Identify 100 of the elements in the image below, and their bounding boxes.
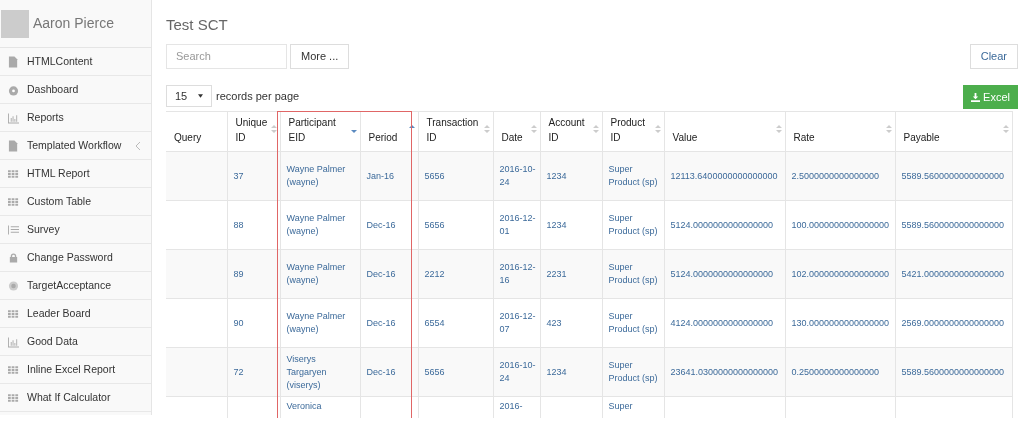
target-icon bbox=[8, 279, 19, 292]
column-header[interactable]: Rate bbox=[785, 111, 895, 152]
table-cell: 5421.0000000000000000 bbox=[901, 268, 1005, 279]
more-button[interactable]: More ... bbox=[290, 43, 350, 69]
column-header[interactable]: Transaction ID bbox=[418, 111, 493, 152]
page-title: Test SCT bbox=[166, 15, 229, 35]
page-size-select[interactable]: 15 bbox=[166, 85, 212, 107]
column-header[interactable]: Product ID bbox=[602, 111, 664, 152]
sidebar-item[interactable]: TargetAcceptance bbox=[0, 272, 151, 300]
table-cell: 5589.5600000000000000 bbox=[901, 219, 1005, 230]
bar-chart-icon bbox=[8, 335, 19, 348]
document-icon bbox=[8, 55, 19, 68]
table-cell: 4124.0000000000000000 bbox=[670, 317, 774, 328]
clear-button[interactable]: Clear bbox=[969, 43, 1018, 69]
table-cell: 423 bbox=[546, 317, 562, 328]
column-header[interactable]: Value bbox=[664, 111, 785, 152]
table-cell: 37 bbox=[233, 170, 244, 181]
table-cell: 6554 bbox=[424, 317, 445, 328]
sort-icon bbox=[483, 125, 490, 133]
table-cell: 2231 bbox=[546, 268, 567, 279]
download-icon bbox=[971, 92, 981, 102]
column-header[interactable]: Date bbox=[493, 111, 540, 152]
table-cell: Super Product (sp) bbox=[608, 360, 658, 383]
table-cell: Wayne Palmer (wayne) bbox=[286, 213, 346, 236]
column-header[interactable]: Account ID bbox=[540, 111, 602, 152]
sidebar-item[interactable]: Leader Board bbox=[0, 300, 151, 328]
table-cell: 102.0000000000000000 bbox=[791, 268, 890, 279]
table-cell: Dec-16 bbox=[366, 366, 396, 377]
lock-icon bbox=[8, 251, 19, 264]
table-cell: 12113.6400000000000000 bbox=[670, 170, 778, 181]
sidebar-item[interactable]: Survey bbox=[0, 216, 151, 244]
sort-icon bbox=[530, 125, 537, 133]
bar-chart-icon bbox=[8, 111, 19, 124]
table-cell: Veronica bbox=[286, 401, 322, 411]
table-cell: 2016-12-16 bbox=[499, 262, 536, 285]
table-cell: Dec-16 bbox=[366, 268, 396, 279]
table-cell: Wayne Palmer (wayne) bbox=[286, 311, 346, 334]
table-cell: 1234 bbox=[546, 219, 567, 230]
table-cell: 1234 bbox=[546, 170, 567, 181]
grid-icon bbox=[8, 195, 19, 208]
column-header[interactable]: Query bbox=[166, 111, 227, 152]
table-cell: 2.5000000000000000 bbox=[791, 170, 880, 181]
table-cell: 88 bbox=[233, 219, 244, 230]
sidebar-item[interactable]: Reports bbox=[0, 104, 151, 132]
grid-icon bbox=[8, 391, 19, 404]
table-cell: 2016- bbox=[499, 401, 523, 411]
sidebar-item[interactable]: Custom Table bbox=[0, 188, 151, 216]
sidebar-item[interactable]: Good Data bbox=[0, 328, 151, 356]
sort-icon bbox=[885, 125, 892, 133]
table-cell: 100.0000000000000000 bbox=[791, 219, 890, 230]
table-cell: 2016-12-07 bbox=[499, 311, 536, 334]
sidebar-item[interactable]: Change Password bbox=[0, 244, 151, 272]
table-cell: 2569.0000000000000000 bbox=[901, 317, 1005, 328]
table-cell: Viserys Targaryen (viserys) bbox=[286, 353, 327, 390]
page-size-label: records per page bbox=[216, 88, 300, 104]
table-cell: Wayne Palmer (wayne) bbox=[286, 262, 346, 285]
avatar-placeholder bbox=[1, 9, 29, 38]
list-icon bbox=[8, 223, 19, 236]
table-cell: Wayne Palmer (wayne) bbox=[286, 164, 346, 187]
sidebar-item[interactable]: Inline Excel Report bbox=[0, 356, 151, 384]
sort-icon bbox=[654, 125, 661, 133]
column-header[interactable]: Unique ID bbox=[227, 111, 280, 152]
chevron-left-icon bbox=[136, 141, 141, 150]
sidebar-item[interactable]: Dashboard bbox=[0, 76, 151, 104]
grid-icon bbox=[8, 167, 19, 180]
table-cell: 5124.0000000000000000 bbox=[670, 268, 774, 279]
sidebar-item[interactable]: Templated Workflow bbox=[0, 132, 151, 160]
table-cell: Jan-16 bbox=[366, 170, 395, 181]
table-cell: 2016-12-01 bbox=[499, 213, 536, 236]
table-cell: 23641.0300000000000000 bbox=[670, 366, 779, 377]
table-cell: Dec-16 bbox=[366, 317, 396, 328]
table-cell: Super Product (sp) bbox=[608, 213, 658, 236]
table-cell: 5656 bbox=[424, 366, 445, 377]
sidebar-item[interactable]: HTML Report bbox=[0, 160, 151, 188]
sort-icon bbox=[1002, 125, 1009, 133]
sort-icon bbox=[592, 125, 599, 133]
table-cell: Super Product (sp) bbox=[608, 164, 658, 187]
table-cell: 1234 bbox=[546, 366, 567, 377]
table-cell: 0.2500000000000000 bbox=[791, 366, 880, 377]
table-cell: 2016-10-24 bbox=[499, 360, 536, 383]
column-header[interactable]: Period bbox=[360, 111, 418, 152]
search-field[interactable]: Search bbox=[166, 43, 287, 69]
caret-down-icon bbox=[198, 94, 203, 98]
sort-icon bbox=[775, 125, 782, 133]
table-cell: Super Product (sp) bbox=[608, 311, 658, 334]
column-header[interactable]: Payable bbox=[895, 111, 1012, 152]
sidebar-item[interactable]: HTMLContent bbox=[0, 48, 151, 76]
table-cell: 5656 bbox=[424, 219, 445, 230]
grid-icon bbox=[8, 363, 19, 376]
sidebar-item[interactable]: What If Calculator bbox=[0, 384, 151, 412]
grid-icon bbox=[8, 307, 19, 320]
table-cell: 5124.0000000000000000 bbox=[670, 219, 774, 230]
table-cell: Super bbox=[608, 401, 633, 411]
column-header[interactable]: Participant EID bbox=[280, 111, 360, 152]
document-icon bbox=[8, 139, 19, 152]
dashboard-icon bbox=[8, 83, 19, 96]
table-cell: Super Product (sp) bbox=[608, 262, 658, 285]
table-cell: 5589.5600000000000000 bbox=[901, 366, 1005, 377]
table-cell: 5656 bbox=[424, 170, 445, 181]
table-cell: 2016-10-24 bbox=[499, 164, 536, 187]
